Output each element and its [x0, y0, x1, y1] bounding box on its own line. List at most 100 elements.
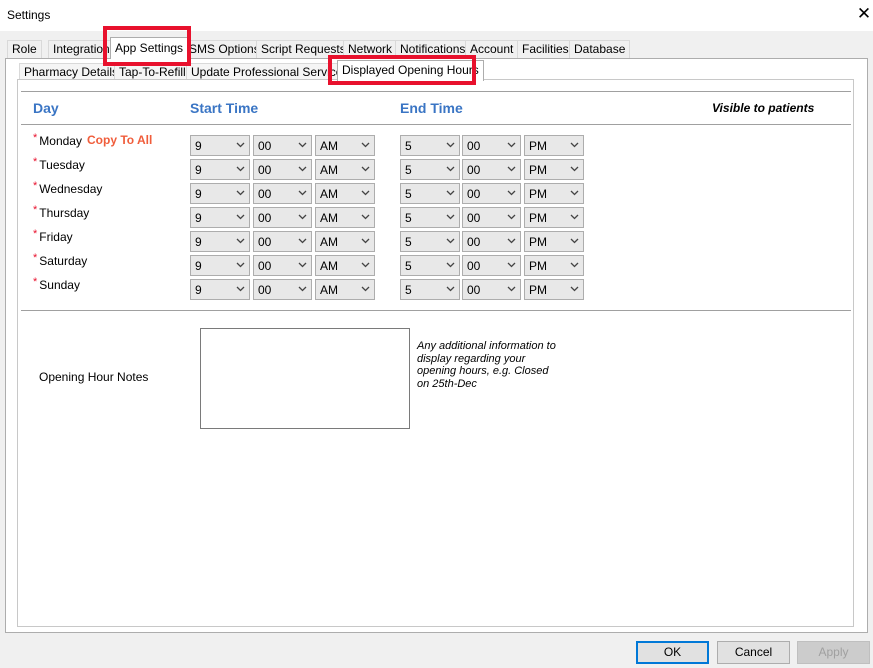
select-value: AM — [320, 259, 338, 273]
end-hour-select-thursday[interactable]: 5 — [400, 207, 460, 228]
select-value: 00 — [467, 235, 481, 249]
chevron-down-icon — [446, 283, 455, 295]
required-asterisk: * — [33, 156, 38, 168]
end-minute-select-monday[interactable]: 00 — [462, 135, 521, 156]
chevron-down-icon — [236, 163, 245, 175]
select-value: 00 — [258, 139, 272, 153]
start-hour-select-wednesday[interactable]: 9 — [190, 183, 250, 204]
end-ampm-select-tuesday[interactable]: PM — [524, 159, 584, 180]
start-ampm-select-sunday[interactable]: AM — [315, 279, 375, 300]
select-value: 00 — [258, 235, 272, 249]
select-value: AM — [320, 187, 338, 201]
end-ampm-select-thursday[interactable]: PM — [524, 207, 584, 228]
chevron-down-icon — [298, 235, 307, 247]
chevron-down-icon — [507, 187, 516, 199]
day-label-saturday: * Saturday — [33, 252, 87, 268]
select-value: 5 — [405, 235, 412, 249]
tab-database[interactable]: Database — [569, 40, 631, 58]
required-asterisk: * — [33, 276, 38, 288]
end-ampm-select-friday[interactable]: PM — [524, 231, 584, 252]
chevron-down-icon — [507, 283, 516, 295]
apply-button[interactable]: Apply — [797, 641, 870, 664]
end-minute-select-thursday[interactable]: 00 — [462, 207, 521, 228]
start-minute-select-sunday[interactable]: 00 — [253, 279, 312, 300]
end-minute-select-sunday[interactable]: 00 — [462, 279, 521, 300]
end-hour-select-saturday[interactable]: 5 — [400, 255, 460, 276]
select-value: AM — [320, 235, 338, 249]
end-minute-select-tuesday[interactable]: 00 — [462, 159, 521, 180]
opening-hour-notes-label: Opening Hour Notes — [39, 370, 149, 384]
chevron-down-icon — [236, 187, 245, 199]
select-value: AM — [320, 283, 338, 297]
tab-script-requests[interactable]: Script Requests — [256, 40, 351, 58]
subtab-tap-to-refill[interactable]: Tap-To-Refill — [114, 63, 191, 80]
start-hour-select-saturday[interactable]: 9 — [190, 255, 250, 276]
start-ampm-select-thursday[interactable]: AM — [315, 207, 375, 228]
opening-hour-notes-hint: Any additional information to display re… — [417, 340, 556, 390]
end-minute-select-saturday[interactable]: 00 — [462, 255, 521, 276]
opening-hour-notes-input[interactable] — [200, 328, 410, 429]
start-ampm-select-saturday[interactable]: AM — [315, 255, 375, 276]
end-hour-select-monday[interactable]: 5 — [400, 135, 460, 156]
start-ampm-select-wednesday[interactable]: AM — [315, 183, 375, 204]
start-minute-select-saturday[interactable]: 00 — [253, 255, 312, 276]
day-label-tuesday: * Tuesday — [33, 156, 85, 172]
chevron-down-icon — [298, 283, 307, 295]
tab-app-settings[interactable]: App Settings — [110, 37, 189, 59]
start-minute-select-thursday[interactable]: 00 — [253, 207, 312, 228]
select-value: PM — [529, 283, 547, 297]
select-value: 9 — [195, 163, 202, 177]
tab-network[interactable]: Network — [343, 40, 398, 58]
end-minute-select-wednesday[interactable]: 00 — [462, 183, 521, 204]
chevron-down-icon — [298, 211, 307, 223]
select-value: 00 — [258, 187, 272, 201]
tab-notifications[interactable]: Notifications — [395, 40, 471, 58]
start-minute-select-wednesday[interactable]: 00 — [253, 183, 312, 204]
close-icon[interactable]: ✕ — [855, 4, 873, 24]
chevron-down-icon — [236, 235, 245, 247]
start-ampm-select-tuesday[interactable]: AM — [315, 159, 375, 180]
start-minute-select-monday[interactable]: 00 — [253, 135, 312, 156]
tab-sms-options[interactable]: SMS Options — [184, 40, 265, 58]
select-value: 5 — [405, 283, 412, 297]
tab-account[interactable]: Account — [465, 40, 519, 58]
start-minute-select-friday[interactable]: 00 — [253, 231, 312, 252]
end-hour-select-friday[interactable]: 5 — [400, 231, 460, 252]
start-hour-select-monday[interactable]: 9 — [190, 135, 250, 156]
end-hour-select-tuesday[interactable]: 5 — [400, 159, 460, 180]
end-ampm-select-sunday[interactable]: PM — [524, 279, 584, 300]
chevron-down-icon — [570, 259, 579, 271]
end-ampm-select-saturday[interactable]: PM — [524, 255, 584, 276]
cancel-button[interactable]: Cancel — [717, 641, 790, 664]
select-value: 00 — [467, 259, 481, 273]
select-value: 00 — [258, 163, 272, 177]
required-asterisk: * — [33, 228, 38, 240]
end-hour-select-wednesday[interactable]: 5 — [400, 183, 460, 204]
tab-role[interactable]: Role — [7, 40, 42, 58]
subtab-displayed-opening-hours[interactable]: Displayed Opening Hours — [337, 60, 484, 81]
subtab-update-professional-services[interactable]: Update Professional Services — [186, 63, 354, 80]
tab-facilities[interactable]: Facilities — [517, 40, 574, 58]
start-minute-select-tuesday[interactable]: 00 — [253, 159, 312, 180]
end-ampm-select-wednesday[interactable]: PM — [524, 183, 584, 204]
start-hour-select-sunday[interactable]: 9 — [190, 279, 250, 300]
ok-button[interactable]: OK — [636, 641, 709, 664]
start-ampm-select-monday[interactable]: AM — [315, 135, 375, 156]
start-hour-select-tuesday[interactable]: 9 — [190, 159, 250, 180]
select-value: 5 — [405, 259, 412, 273]
day-name: Sunday — [39, 278, 80, 292]
day-name: Monday — [39, 134, 82, 148]
end-ampm-select-monday[interactable]: PM — [524, 135, 584, 156]
select-value: PM — [529, 163, 547, 177]
tab-integration[interactable]: Integration — [48, 40, 115, 58]
copy-to-all-link[interactable]: Copy To All — [87, 133, 152, 147]
chevron-down-icon — [507, 139, 516, 151]
start-hour-select-thursday[interactable]: 9 — [190, 207, 250, 228]
end-minute-select-friday[interactable]: 00 — [462, 231, 521, 252]
start-hour-select-friday[interactable]: 9 — [190, 231, 250, 252]
end-hour-select-sunday[interactable]: 5 — [400, 279, 460, 300]
subtab-pharmacy-details[interactable]: Pharmacy Details — [19, 63, 124, 80]
select-value: 5 — [405, 187, 412, 201]
header-divider-bottom — [21, 124, 851, 125]
start-ampm-select-friday[interactable]: AM — [315, 231, 375, 252]
